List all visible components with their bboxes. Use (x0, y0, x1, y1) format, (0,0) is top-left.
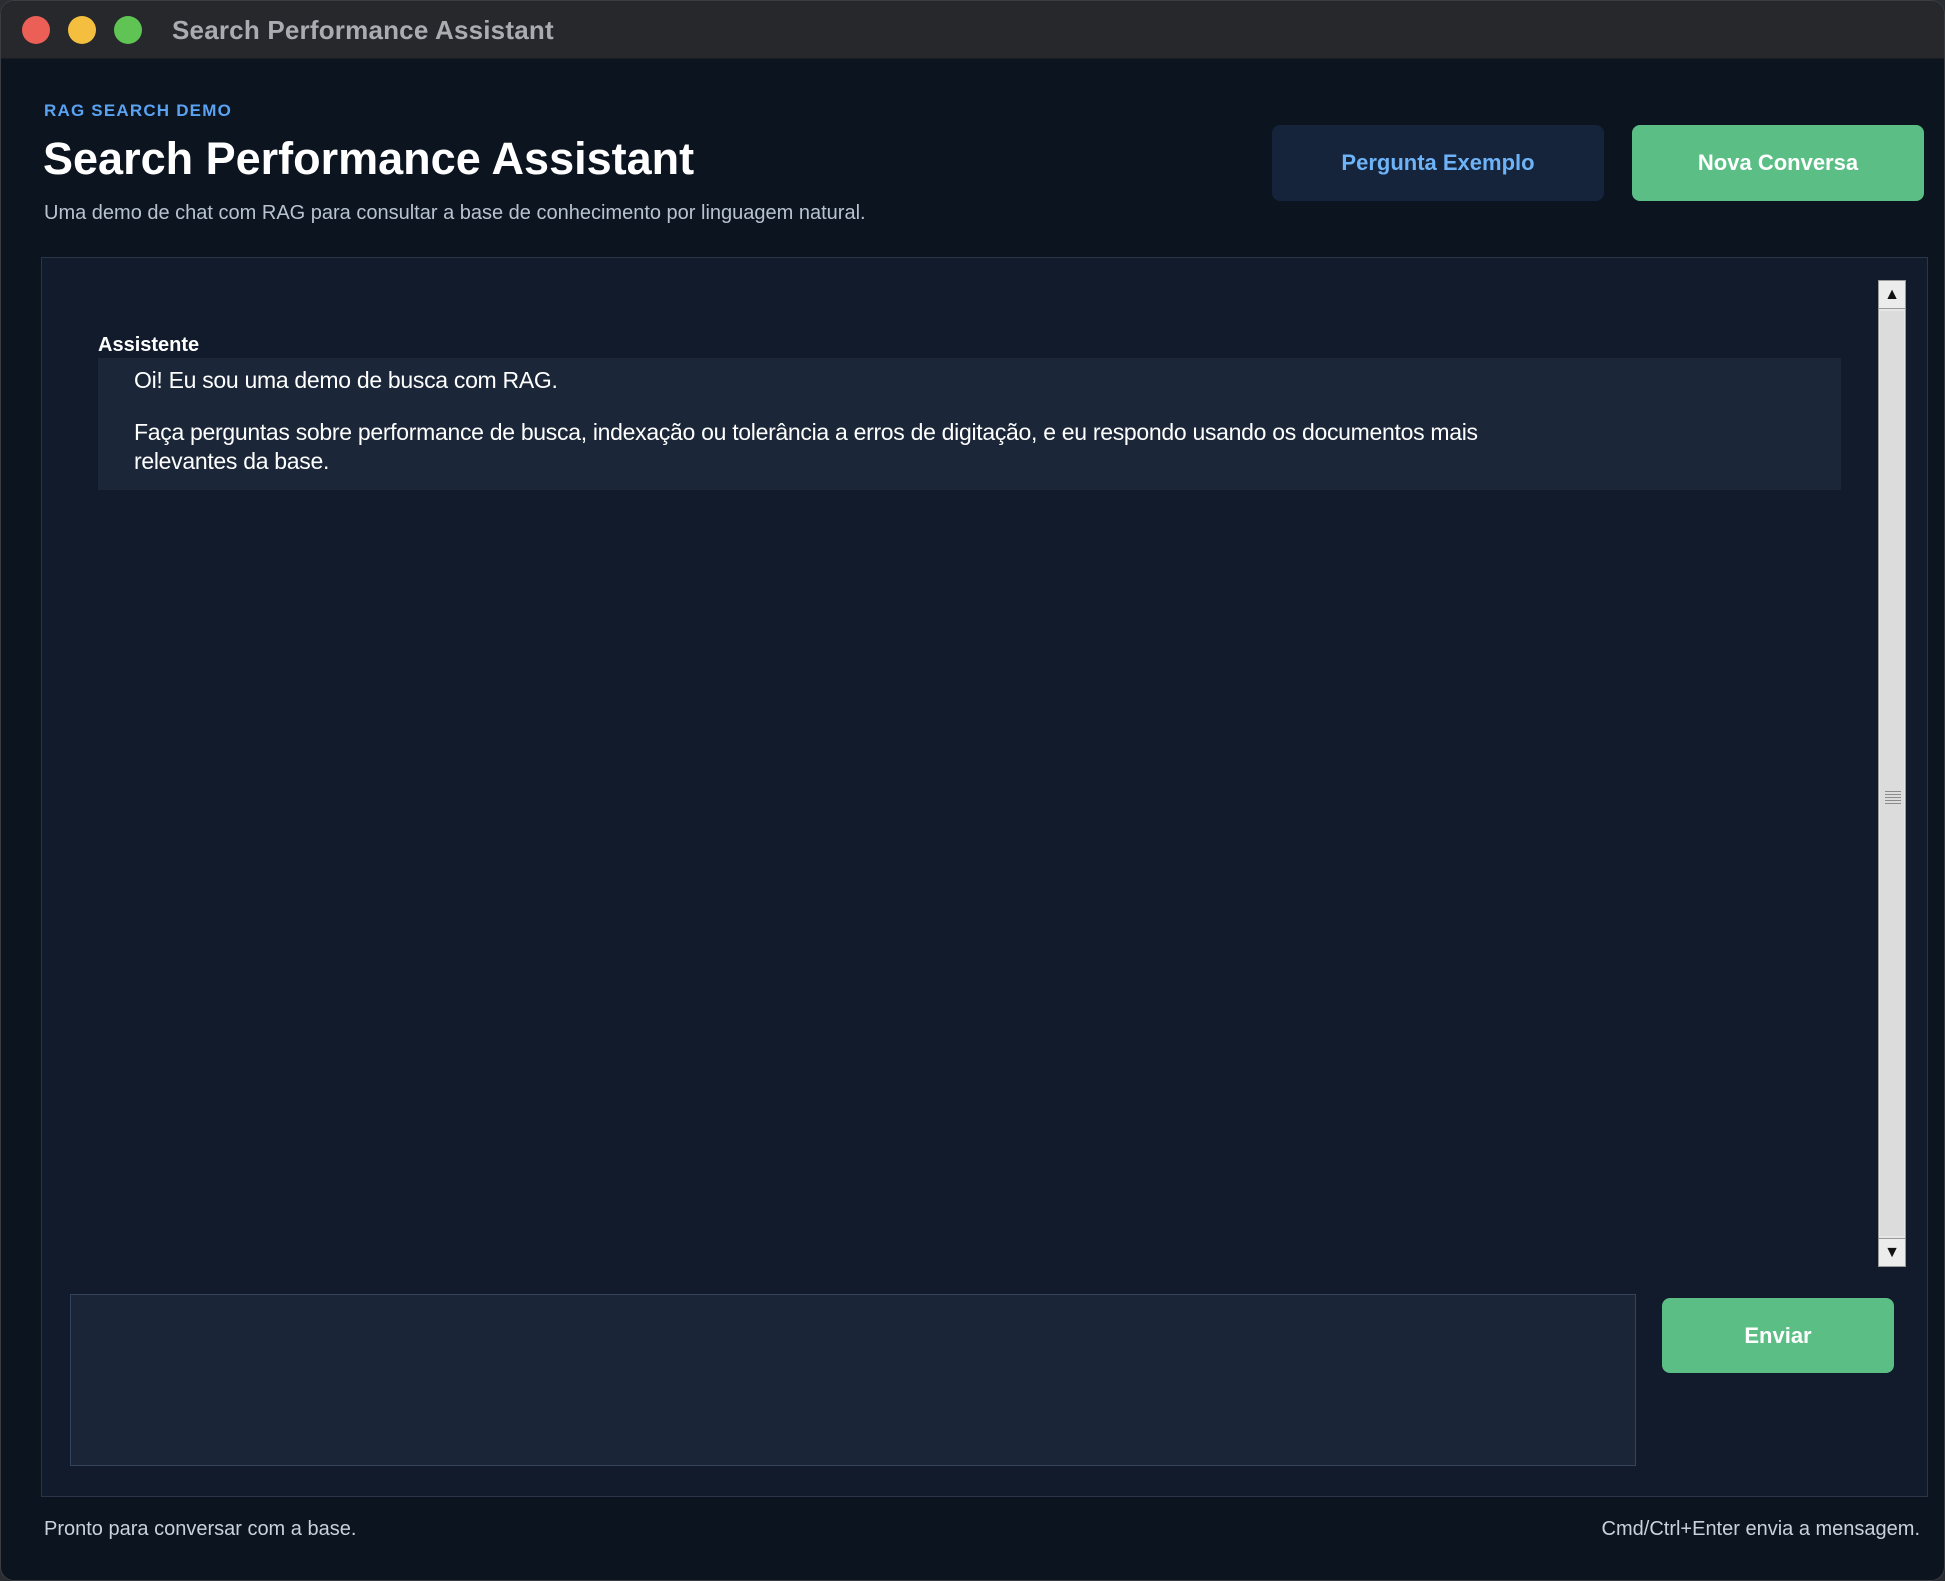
eyebrow-label: RAG SEARCH DEMO (44, 101, 233, 120)
assistant-message: Oi! Eu sou uma demo de busca com RAG. Fa… (98, 358, 1841, 490)
scroll-up-arrow-icon[interactable]: ▲ (1879, 281, 1905, 309)
close-window-button[interactable] (22, 16, 50, 44)
message-author: Assistente (98, 334, 200, 356)
scroll-grip-icon (1885, 791, 1901, 805)
minimize-window-button[interactable] (68, 16, 96, 44)
chat-panel: Assistente Oi! Eu sou uma demo de busca … (41, 257, 1928, 1497)
window-title: Search Performance Assistant (172, 15, 554, 45)
page-subtitle: Uma demo de chat com RAG para consultar … (44, 202, 866, 224)
page-title: Search Performance Assistant (43, 133, 695, 184)
message-list: Assistente Oi! Eu sou uma demo de busca … (42, 258, 1872, 1268)
app-window: Search Performance Assistant RAG SEARCH … (0, 0, 1945, 1581)
status-text: Pronto para conversar com a base. (44, 1518, 357, 1540)
scroll-thumb[interactable] (1880, 311, 1904, 1236)
example-question-button[interactable]: Pergunta Exemplo (1272, 125, 1604, 201)
zoom-window-button[interactable] (114, 16, 142, 44)
send-button[interactable]: Enviar (1662, 1298, 1894, 1373)
scroll-down-arrow-icon[interactable]: ▼ (1879, 1238, 1905, 1266)
message-paragraph: Oi! Eu sou uma demo de busca com RAG. (134, 367, 558, 393)
shortcut-hint: Cmd/Ctrl+Enter envia a mensagem. (1601, 1518, 1920, 1540)
title-bar: Search Performance Assistant (1, 1, 1944, 59)
new-conversation-button[interactable]: Nova Conversa (1632, 125, 1924, 201)
message-paragraph: Faça perguntas sobre performance de busc… (134, 419, 1478, 474)
message-scrollbar[interactable]: ▲ ▼ (1878, 280, 1906, 1267)
message-input[interactable] (70, 1294, 1636, 1466)
